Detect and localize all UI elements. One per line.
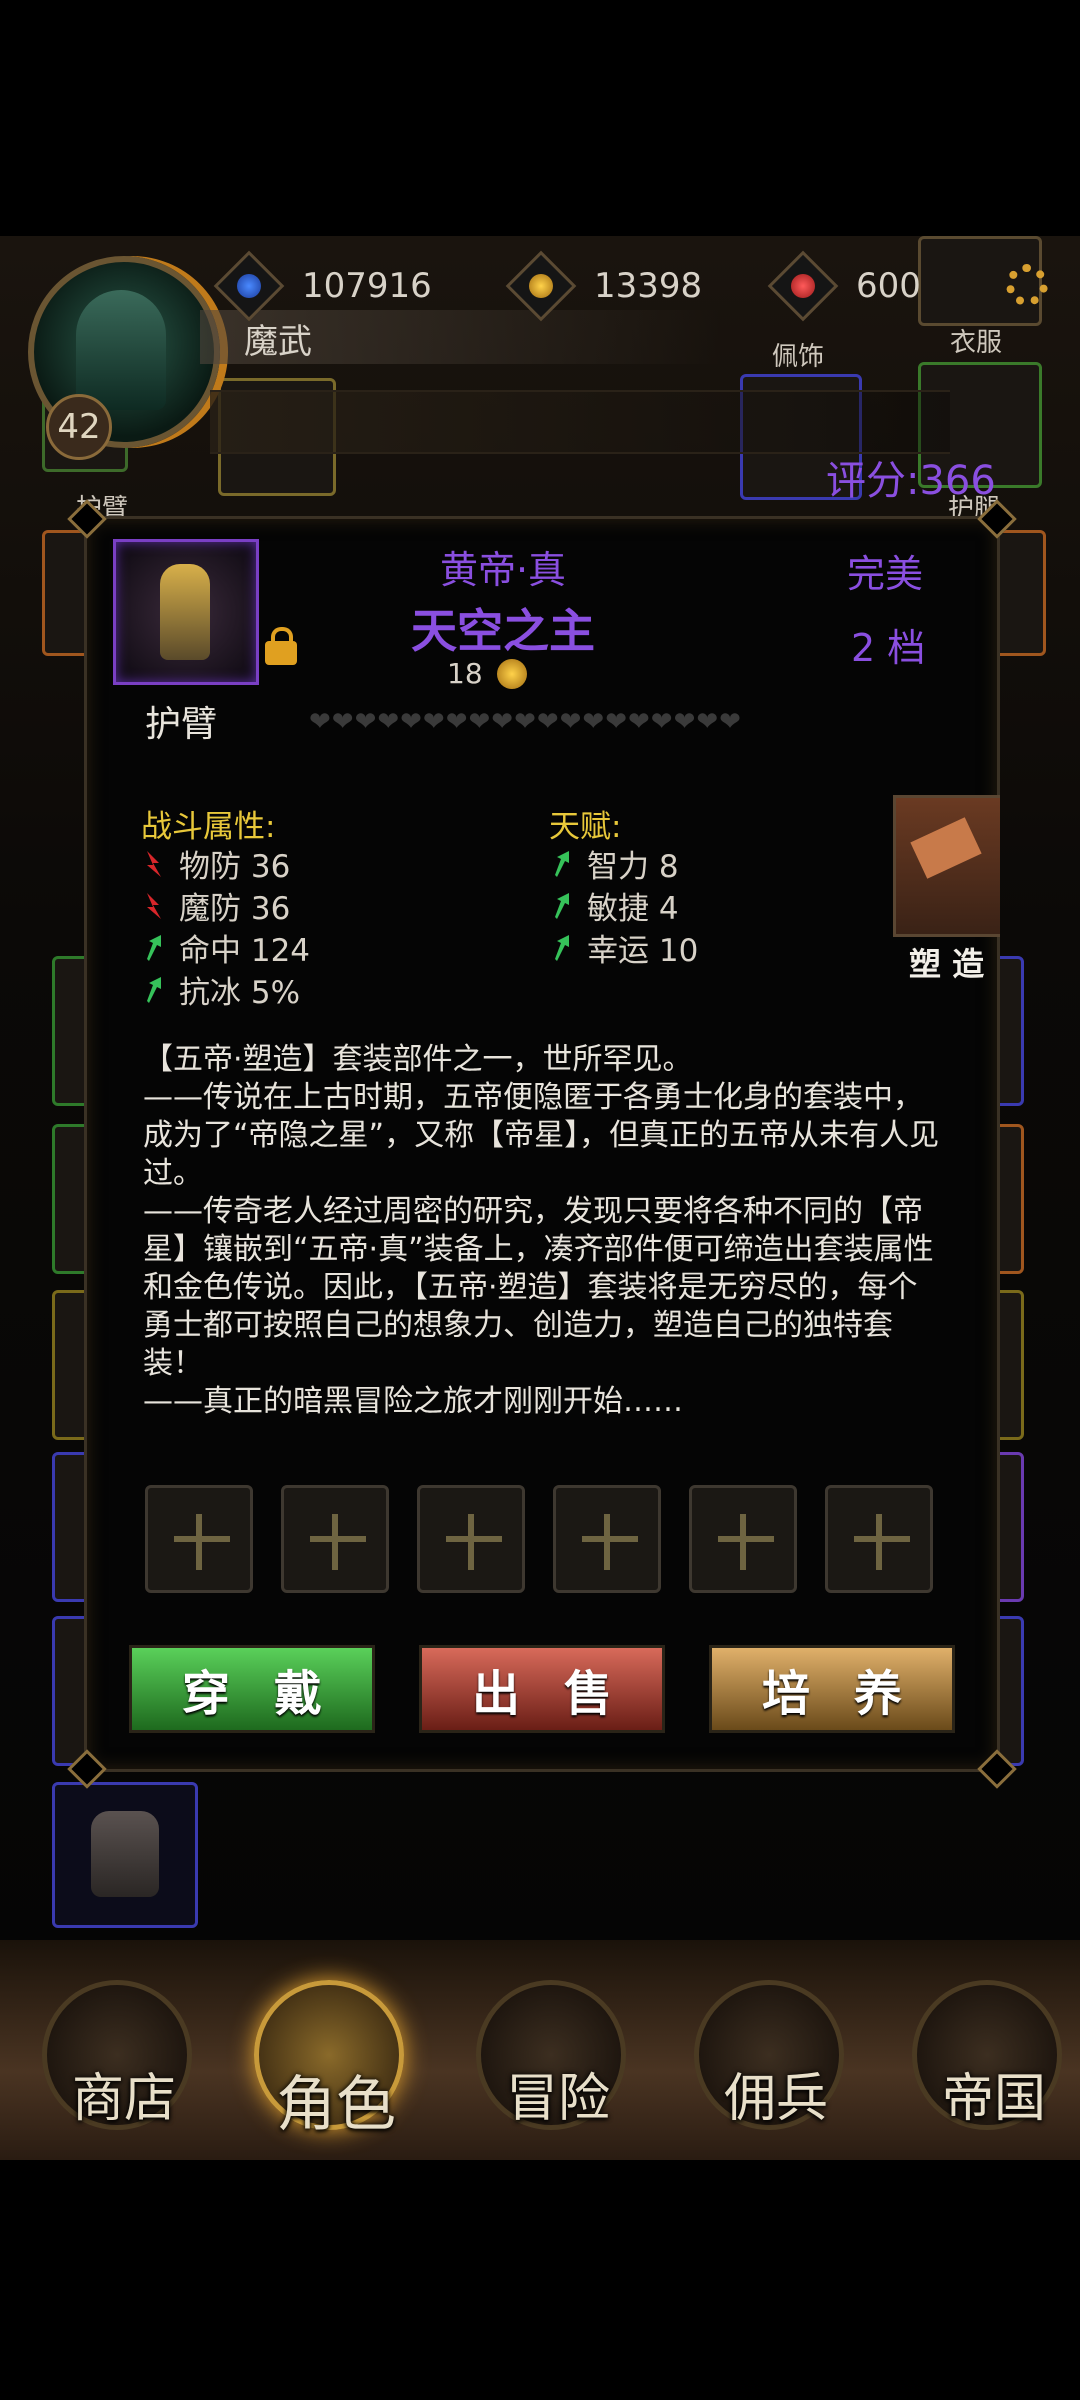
arrow-up-icon — [555, 934, 569, 961]
hammer-icon — [910, 817, 982, 879]
talent-label: 智力 8 — [587, 849, 679, 885]
talent-label: 敏捷 4 — [587, 891, 679, 927]
train-button[interactable]: 培养 — [709, 1645, 955, 1733]
armguard-icon — [160, 564, 210, 660]
blue-gem-icon — [213, 250, 285, 322]
arrow-down-icon — [147, 850, 161, 877]
nav-shop[interactable]: 商店 — [24, 1960, 240, 2170]
combat-attr-label: 魔防 36 — [179, 891, 291, 927]
combat-attr-row: 物防 36 — [143, 841, 290, 886]
inventory-slot-armor[interactable] — [52, 1782, 198, 1928]
durability-hearts: ❤❤❤❤❤❤❤❤❤❤❤❤❤❤❤❤❤❤❤ — [309, 707, 742, 737]
player-name: 魔武 — [244, 322, 312, 362]
item-icon — [113, 539, 259, 685]
red-gem-icon — [767, 250, 839, 322]
currency-gold: 13398 — [505, 250, 703, 322]
nav-label: 帝国 — [941, 2069, 1046, 2129]
talent-row: 智力 8 — [551, 841, 679, 886]
item-set-name: 黄帝·真 — [439, 548, 567, 592]
currency-red: 600 — [767, 250, 921, 322]
item-price: 18 — [447, 657, 527, 690]
currency-blue: 107916 — [213, 250, 432, 322]
nav-label: 商店 — [71, 2069, 176, 2129]
item-detail-dialog: 护臂 黄帝·真 天空之主 18 完美 2 档 ❤❤❤❤❤❤❤❤❤❤❤❤❤❤❤❤❤… — [67, 499, 1017, 1789]
blue-gem-count: 107916 — [302, 266, 432, 306]
nav-label: 佣兵 — [723, 2069, 828, 2129]
nav-character[interactable]: 角色 — [236, 1960, 452, 2170]
nav-label: 角色 — [276, 2070, 396, 2140]
label-clothes: 衣服 — [950, 328, 1003, 358]
gem-socket-5[interactable] — [689, 1485, 797, 1593]
label-accessory: 佩饰 — [772, 342, 825, 372]
equip-button[interactable]: 穿戴 — [129, 1645, 375, 1733]
sell-button[interactable]: 出售 — [419, 1645, 665, 1733]
hp-bar — [210, 390, 950, 454]
arrow-up-icon — [147, 934, 161, 961]
nav-mercenary[interactable]: 佣兵 — [676, 1960, 892, 2170]
forge-label: 塑 造 — [909, 945, 985, 983]
description-line: 【五帝·塑造】套装部件之一，世所罕见。 — [143, 1042, 693, 1077]
talent-label: 幸运 10 — [587, 933, 699, 969]
armor-icon — [91, 1811, 159, 1897]
arrow-down-icon — [147, 892, 161, 919]
forge-button[interactable] — [893, 795, 1000, 937]
gem-socket-2[interactable] — [281, 1485, 389, 1593]
arrow-up-icon — [555, 892, 569, 919]
gem-socket-6[interactable] — [825, 1485, 933, 1593]
item-quality: 完美 — [847, 552, 924, 596]
nav-label: 冒险 — [505, 2069, 610, 2129]
gear-icon[interactable] — [1006, 264, 1048, 306]
gem-socket-4[interactable] — [553, 1485, 661, 1593]
talent-row: 幸运 10 — [551, 925, 698, 970]
gold-coin-icon — [505, 250, 577, 322]
description-line: ——传说在上古时期，五帝便隐匿于各勇士化身的套装中，成为了“帝隐之星”，又称【帝… — [143, 1080, 940, 1191]
level-text: 42 — [57, 407, 101, 447]
combat-attr-label: 命中 124 — [179, 933, 311, 969]
item-description: 【五帝·塑造】套装部件之一，世所罕见。 ——传说在上古时期，五帝便隐匿于各勇士化… — [143, 1041, 943, 1421]
gold-count: 13398 — [594, 266, 703, 306]
combat-attr-label: 物防 36 — [179, 849, 291, 885]
talent-row: 敏捷 4 — [551, 883, 679, 928]
combat-attr-row: 魔防 36 — [143, 883, 290, 928]
combat-attr-label: 抗冰 5% — [179, 975, 301, 1011]
player-name-bar: 魔武 — [200, 310, 720, 364]
description-line: ——传奇老人经过周密的研究，发现只要将各种不同的【帝星】镶嵌到“五帝·真”装备上… — [143, 1194, 934, 1381]
combat-attr-row: 命中 124 — [143, 925, 310, 970]
price-value: 18 — [447, 657, 483, 690]
item-slot-type: 护臂 — [145, 704, 218, 745]
description-line: ——真正的暗黑冒险之旅才刚刚开始…… — [143, 1384, 683, 1419]
nav-empire[interactable]: 帝国 — [894, 1960, 1080, 2170]
gem-socket-1[interactable] — [145, 1485, 253, 1593]
hood-icon — [76, 290, 166, 410]
score-label: 评分:366 — [826, 458, 996, 504]
gold-coin-icon — [496, 658, 527, 689]
gem-socket-3[interactable] — [417, 1485, 525, 1593]
red-gem-count: 600 — [856, 266, 921, 306]
arrow-up-icon — [147, 976, 161, 1003]
item-grade: 2 档 — [851, 626, 926, 670]
arrow-up-icon — [555, 850, 569, 877]
nav-adventure[interactable]: 冒险 — [458, 1960, 674, 2170]
combat-attr-row: 抗冰 5% — [143, 967, 300, 1012]
level-badge: 42 — [46, 394, 112, 460]
item-name: 天空之主 — [411, 604, 595, 658]
talents-title: 天赋: — [549, 809, 622, 845]
combat-attrs-title: 战斗属性: — [141, 809, 276, 845]
